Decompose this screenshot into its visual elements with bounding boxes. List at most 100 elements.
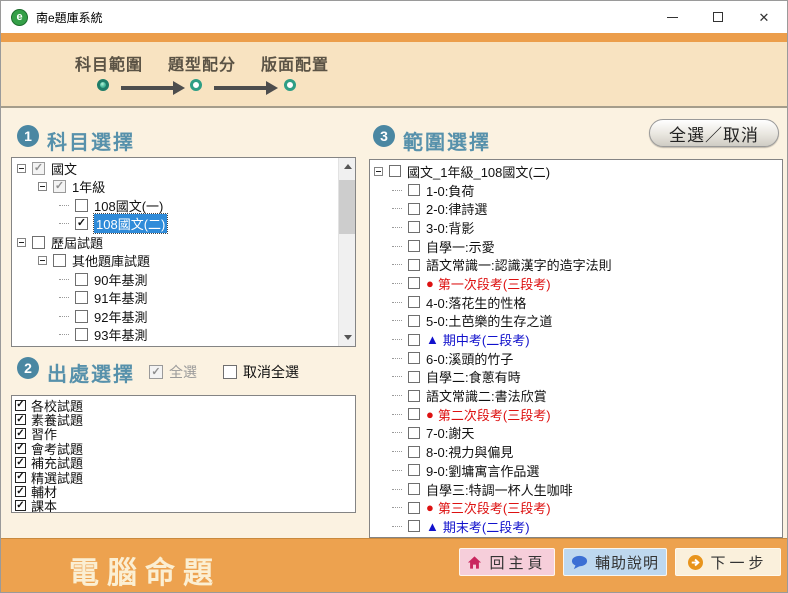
- range-checkbox[interactable]: [408, 371, 420, 383]
- range-tree-row[interactable]: ▲期末考(二段考): [370, 517, 782, 536]
- range-checkbox[interactable]: [408, 520, 420, 532]
- range-item-label[interactable]: 期末考(二段考): [443, 517, 530, 536]
- tree-checkbox[interactable]: [75, 199, 88, 212]
- range-tree-row[interactable]: ●第二次段考(三段考): [370, 405, 782, 424]
- range-tree-row[interactable]: 3-0:背影: [370, 218, 782, 237]
- tree-item-label[interactable]: 93年基測: [94, 325, 147, 344]
- range-checkbox[interactable]: [408, 240, 420, 252]
- range-checkbox[interactable]: [408, 427, 420, 439]
- tree-expander-icon[interactable]: [17, 164, 26, 173]
- range-item-label[interactable]: 第二次段考(三段考): [438, 405, 551, 424]
- tree-checkbox[interactable]: ✓: [53, 180, 66, 193]
- range-checkbox[interactable]: [408, 315, 420, 327]
- range-item-label[interactable]: 語文常識一:認識漢字的造字法則: [426, 255, 612, 274]
- tree-checkbox[interactable]: [75, 273, 88, 286]
- range-item-label[interactable]: 第一次段考(三段考): [438, 274, 551, 293]
- range-item-label[interactable]: 國文_1年級_108國文(二): [407, 162, 550, 181]
- subject-tree-scrollbar[interactable]: [338, 158, 355, 346]
- tree-item-label[interactable]: 94年基測: [94, 344, 147, 347]
- range-tree-row[interactable]: 自學二:食蔥有時: [370, 368, 782, 387]
- range-item-label[interactable]: 8-0:視力與偏見: [426, 442, 513, 461]
- range-item-label[interactable]: 6-0:溪頭的竹子: [426, 349, 513, 368]
- tree-item-label[interactable]: 90年基測: [94, 270, 147, 289]
- tree-expander-icon[interactable]: [38, 256, 47, 265]
- select-all-checkbox[interactable]: ✓ 全選: [149, 362, 197, 382]
- tree-checkbox[interactable]: [53, 254, 66, 267]
- tree-expander-icon[interactable]: [17, 238, 26, 247]
- range-item-label[interactable]: 語文常識二:書法欣賞: [426, 386, 547, 405]
- range-tree-row[interactable]: 8-0:視力與偏見: [370, 442, 782, 461]
- tree-expander-icon[interactable]: [374, 167, 383, 176]
- range-tree-row[interactable]: 5-0:土芭樂的生存之道: [370, 312, 782, 331]
- scroll-down-icon[interactable]: [339, 329, 356, 346]
- source-checkbox[interactable]: ✓: [15, 472, 26, 483]
- range-checkbox[interactable]: [408, 296, 420, 308]
- range-tree-row[interactable]: 語文常識一:認識漢字的造字法則: [370, 255, 782, 274]
- source-checkbox[interactable]: ✓: [15, 414, 26, 425]
- range-checkbox[interactable]: [408, 184, 420, 196]
- tree-item-label[interactable]: 國文: [51, 159, 77, 178]
- next-step-button[interactable]: 下一步: [675, 548, 781, 576]
- tree-item-label[interactable]: 歷屆試題: [51, 233, 103, 252]
- range-checkbox[interactable]: [408, 446, 420, 458]
- range-item-label[interactable]: 自學二:食蔥有時: [426, 367, 521, 386]
- range-item-label[interactable]: 4-0:落花生的性格: [426, 293, 526, 312]
- toggle-all-button[interactable]: 全選／取消: [649, 119, 779, 147]
- range-item-label[interactable]: 第三次段考(三段考): [438, 498, 551, 517]
- scrollbar-thumb[interactable]: [339, 180, 356, 234]
- range-checkbox[interactable]: [408, 259, 420, 271]
- range-item-label[interactable]: 2-0:律詩選: [426, 199, 487, 218]
- tree-checkbox[interactable]: ✓: [32, 162, 45, 175]
- range-checkbox[interactable]: [408, 277, 420, 289]
- deselect-all-checkbox[interactable]: 取消全選: [223, 362, 299, 382]
- range-item-label[interactable]: 期中考(二段考): [443, 330, 530, 349]
- source-list-row[interactable]: ✓精選試題: [15, 470, 355, 484]
- tree-expander-icon[interactable]: [38, 182, 47, 191]
- range-tree-row[interactable]: ●第一次段考(三段考): [370, 274, 782, 293]
- range-tree-row[interactable]: 7-0:謝天: [370, 424, 782, 443]
- scroll-up-icon[interactable]: [339, 158, 356, 175]
- tree-checkbox[interactable]: ✓: [75, 217, 88, 230]
- tree-checkbox[interactable]: [32, 236, 45, 249]
- range-tree-row[interactable]: ▲期中考(二段考): [370, 330, 782, 349]
- subject-tree-row[interactable]: 108國文(一): [12, 196, 337, 215]
- subject-tree-row[interactable]: 91年基測: [12, 289, 337, 308]
- range-tree-row[interactable]: 自學三:特調一杯人生咖啡: [370, 480, 782, 499]
- tree-item-label[interactable]: 108國文(一): [94, 196, 163, 215]
- range-tree-row[interactable]: 國文_1年級_108國文(二): [370, 162, 782, 181]
- range-tree-row[interactable]: 6-0:溪頭的竹子: [370, 349, 782, 368]
- range-item-label[interactable]: 9-0:劉墉寓言作品選: [426, 461, 539, 480]
- range-checkbox[interactable]: [408, 334, 420, 346]
- range-item-label[interactable]: 7-0:謝天: [426, 423, 474, 442]
- source-checkbox[interactable]: ✓: [15, 486, 26, 497]
- range-checkbox[interactable]: [408, 352, 420, 364]
- subject-tree-row[interactable]: 歷屆試題: [12, 233, 337, 252]
- source-checkbox[interactable]: ✓: [15, 400, 26, 411]
- range-item-label[interactable]: 5-0:土芭樂的生存之道: [426, 311, 552, 330]
- tree-checkbox[interactable]: [75, 291, 88, 304]
- range-checkbox[interactable]: [408, 221, 420, 233]
- minimize-button[interactable]: [649, 1, 695, 33]
- range-item-label[interactable]: 1-0:負荷: [426, 181, 474, 200]
- maximize-button[interactable]: [695, 1, 741, 33]
- range-checkbox[interactable]: [408, 502, 420, 514]
- subject-tree-row[interactable]: ✓ 國文: [12, 159, 337, 178]
- tree-item-label[interactable]: 108國文(二): [94, 214, 167, 233]
- subject-tree-row[interactable]: 94年基測: [12, 344, 337, 347]
- source-checkbox[interactable]: ✓: [15, 428, 26, 439]
- range-checkbox[interactable]: [408, 483, 420, 495]
- tree-item-label[interactable]: 1年級: [72, 177, 105, 196]
- subject-tree-row[interactable]: 92年基測: [12, 307, 337, 326]
- tree-item-label[interactable]: 92年基測: [94, 307, 147, 326]
- subject-tree-row[interactable]: ✓ 1年級: [12, 178, 337, 197]
- source-list-row[interactable]: ✓素養試題: [15, 412, 355, 426]
- range-tree-row[interactable]: 自學一:示愛: [370, 237, 782, 256]
- range-checkbox[interactable]: [408, 390, 420, 402]
- source-checkbox[interactable]: ✓: [15, 457, 26, 468]
- range-item-label[interactable]: 自學三:特調一杯人生咖啡: [426, 480, 573, 499]
- range-checkbox[interactable]: [389, 165, 401, 177]
- tree-checkbox[interactable]: [75, 328, 88, 341]
- range-tree-row[interactable]: 9-0:劉墉寓言作品選: [370, 461, 782, 480]
- source-item-label[interactable]: 課本: [31, 496, 57, 513]
- source-list-row[interactable]: ✓課本: [15, 499, 355, 513]
